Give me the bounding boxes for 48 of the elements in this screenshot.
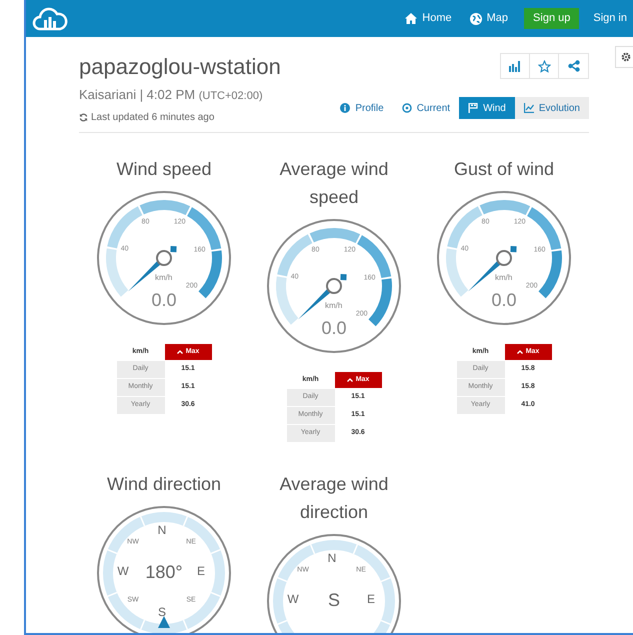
gauge-value: 0.0 (491, 289, 517, 312)
info-icon (340, 103, 350, 113)
direction-label: E (197, 565, 205, 577)
compass-title: Average wind direction (278, 473, 390, 524)
map-link[interactable]: Map (470, 10, 508, 27)
direction-value: S (328, 590, 340, 610)
unit-label: km/h (155, 272, 172, 284)
globe-icon (470, 12, 482, 24)
tab[interactable]: Wind (459, 97, 515, 119)
tab[interactable]: Profile (331, 97, 393, 119)
refresh-icon (79, 113, 88, 122)
line-chart-icon (524, 103, 534, 113)
settings-button[interactable] (615, 46, 633, 68)
caret-up-icon (516, 350, 523, 354)
direction-value: 180° (145, 562, 183, 582)
sign-in-link[interactable]: Sign in (593, 10, 627, 27)
clock-icon (402, 103, 412, 113)
gauge-title: Gust of wind (452, 158, 556, 181)
direction-label: W (287, 593, 299, 605)
direction-label: W (117, 565, 129, 577)
gauge-value: 0.0 (321, 317, 347, 340)
gauge-title: Wind speed (115, 158, 213, 181)
sign-up-button[interactable]: Sign up (524, 8, 580, 29)
star-icon (538, 60, 550, 72)
last-updated-text: Last updated 6 minutes ago (91, 111, 214, 125)
station-name: papazoglou-wstation (79, 53, 281, 81)
compass-title: Wind direction (106, 473, 222, 496)
settings-icon (621, 52, 631, 62)
gauge-value: 0.0 (151, 289, 177, 312)
caret-up-icon (176, 350, 183, 354)
tab[interactable]: Evolution (514, 97, 589, 119)
gauge-title: Average wind speed (278, 158, 390, 209)
direction-label: N (328, 552, 336, 564)
station-location-time: Kaisariani | 4:02 PM (79, 87, 196, 102)
flag-icon (468, 103, 478, 113)
timezone-label: (UTC+02:00) (198, 90, 263, 102)
unit-label: km/h (495, 272, 512, 284)
unit-label: km/h (325, 300, 342, 312)
share-icon (568, 60, 580, 72)
tab[interactable]: Current (392, 97, 460, 119)
logo-cloud-icon[interactable] (32, 6, 68, 30)
direction-label: E (367, 593, 375, 605)
home-link[interactable]: Home (405, 10, 452, 27)
direction-label: S (158, 606, 166, 618)
caret-up-icon (346, 378, 353, 382)
bar-chart-icon (509, 60, 521, 72)
direction-label: N (158, 524, 166, 536)
house-icon (405, 13, 418, 24)
